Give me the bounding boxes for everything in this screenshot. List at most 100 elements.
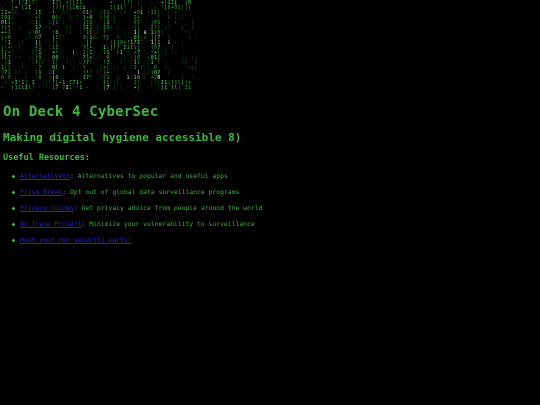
- matrix-glyph: 1: [69, 15, 72, 20]
- matrix-glyph: 1: [168, 25, 171, 30]
- matrix-glyph: I: [72, 65, 75, 70]
- resource-separator: :: [73, 204, 82, 212]
- matrix-glyph: !: [151, 85, 154, 90]
- matrix-glyph: l: [62, 65, 65, 70]
- matrix-glyph: !: [161, 55, 164, 60]
- matrix-glyph: 1: [55, 20, 58, 26]
- matrix-glyph: |: [93, 20, 96, 25]
- resource-description: Opt out of global data surveillance prog…: [70, 188, 240, 196]
- matrix-glyph: 1: [96, 85, 99, 90]
- matrix-glyph: +: [86, 85, 89, 90]
- tagline: Making digital hygiene accessible 8): [3, 131, 242, 144]
- matrix-glyph: |: [69, 60, 72, 65]
- matrix-glyph: |: [137, 0, 140, 5]
- matrix-glyph: !: [45, 25, 48, 30]
- bullet-icon: [12, 174, 15, 178]
- matrix-glyph: !: [127, 85, 130, 90]
- matrix-glyph: 1: [69, 30, 72, 35]
- matrix-glyph: |: [42, 25, 45, 30]
- matrix-glyph: !: [62, 55, 65, 60]
- matrix-glyph: l: [120, 85, 123, 90]
- resource-item-privacy-guides: Privacy Guides: Get privacy advice from …: [0, 204, 262, 220]
- matrix-glyph: !: [117, 50, 120, 55]
- matrix-glyph: 7: [18, 70, 21, 75]
- matrix-glyph: 7: [76, 15, 79, 20]
- matrix-glyph: 7: [35, 0, 38, 5]
- matrix-glyph: |: [181, 40, 184, 45]
- matrix-glyph: 0: [96, 35, 99, 40]
- matrix-glyph: 7: [191, 75, 194, 80]
- resource-item-prism-break: Prism Break: Opt out of global data surv…: [0, 188, 262, 204]
- matrix-glyph: l: [117, 65, 120, 70]
- matrix-glyph: |: [72, 55, 75, 60]
- matrix-glyph: 1: [113, 85, 116, 90]
- resource-separator: :: [62, 188, 71, 196]
- resource-separator: :: [70, 172, 78, 180]
- matrix-glyph: 7: [188, 35, 191, 40]
- matrix-glyph: |: [127, 50, 130, 55]
- matrix-glyph: I: [117, 25, 120, 30]
- matrix-glyph: |: [76, 50, 79, 55]
- matrix-glyph: !: [32, 85, 35, 91]
- matrix-glyph: |: [59, 50, 62, 55]
- matrix-glyph: +: [18, 25, 21, 30]
- bullet-icon: [12, 206, 15, 210]
- matrix-glyph: l: [164, 50, 167, 55]
- matrix-glyph: 7: [140, 40, 143, 45]
- bullet-icon: [12, 238, 15, 242]
- matrix-glyph: 0: [144, 35, 147, 40]
- matrix-glyph: !: [89, 75, 92, 81]
- matrix-glyph: |: [191, 55, 194, 60]
- resource-description: Minimize your vulnerability to surveilla…: [89, 220, 255, 228]
- resource-list: Alternativeto: Alternatives to popular a…: [0, 172, 262, 252]
- matrix-glyph: 7: [106, 85, 109, 91]
- matrix-glyph: l: [55, 65, 58, 71]
- matrix-glyph: I: [18, 45, 21, 50]
- matrix-glyph: |: [137, 85, 140, 91]
- matrix-glyph: |: [164, 25, 167, 30]
- resource-item-security-party: Host your own security party!: [0, 236, 262, 252]
- matrix-logo-banner: +1 7 0 l + | | I 1 I! 0 +1 0 l | + +!! | l | | 7 I +1 1 l 1 0 1 + +7 1 l…: [0, 0, 200, 94]
- matrix-glyph: !: [161, 45, 164, 50]
- matrix-glyph: |: [96, 55, 99, 60]
- matrix-glyph: |: [42, 80, 45, 85]
- matrix-glyph: +: [110, 25, 113, 30]
- matrix-glyph: l: [181, 15, 184, 20]
- matrix-glyph: 1: [161, 30, 164, 35]
- resource-item-no-trace-project: No Trace Project: Minimize your vulnerab…: [0, 220, 262, 236]
- alternativeto-link[interactable]: Alternativeto: [20, 172, 70, 180]
- matrix-glyph: 7: [62, 35, 65, 40]
- matrix-glyph: !: [89, 60, 92, 66]
- privacy-guides-link[interactable]: Privacy Guides: [20, 204, 74, 212]
- resource-description: Alternatives to popular and useful apps: [77, 172, 228, 180]
- bullet-icon: [12, 190, 15, 194]
- matrix-rain-image: +170l+||I1I!0+10l|++!!|l||7I+11l101++71l…: [1, 0, 198, 91]
- matrix-glyph: |: [157, 85, 160, 90]
- matrix-glyph: +: [28, 35, 31, 40]
- matrix-glyph: +: [174, 40, 177, 45]
- matrix-glyph: |: [123, 55, 126, 60]
- matrix-glyph: 1: [21, 40, 24, 45]
- matrix-glyph: |: [123, 30, 126, 35]
- matrix-glyph: |: [168, 70, 171, 75]
- bullet-icon: [12, 222, 15, 226]
- security-party-link[interactable]: Host your own security party!: [20, 236, 132, 244]
- no-trace-project-link[interactable]: No Trace Project: [20, 220, 82, 228]
- matrix-glyph: 1: [188, 85, 191, 91]
- matrix-glyph: 7: [42, 60, 45, 65]
- matrix-glyph: |: [25, 35, 28, 40]
- matrix-glyph: l: [93, 5, 96, 10]
- matrix-glyph: I: [191, 25, 194, 30]
- matrix-glyph: |: [178, 15, 181, 20]
- matrix-glyph: |: [147, 10, 150, 15]
- matrix-glyph: |: [100, 75, 103, 80]
- matrix-glyph: !: [195, 35, 198, 40]
- matrix-glyph: !: [140, 15, 143, 20]
- resource-description: Get privacy advice from people around th…: [81, 204, 263, 212]
- matrix-glyph: !: [49, 85, 52, 90]
- matrix-glyph: l: [144, 75, 147, 80]
- matrix-glyph: +: [11, 20, 14, 25]
- matrix-glyph: +: [1, 85, 4, 90]
- matrix-glyph: |: [188, 5, 191, 11]
- prism-break-link[interactable]: Prism Break: [20, 188, 62, 196]
